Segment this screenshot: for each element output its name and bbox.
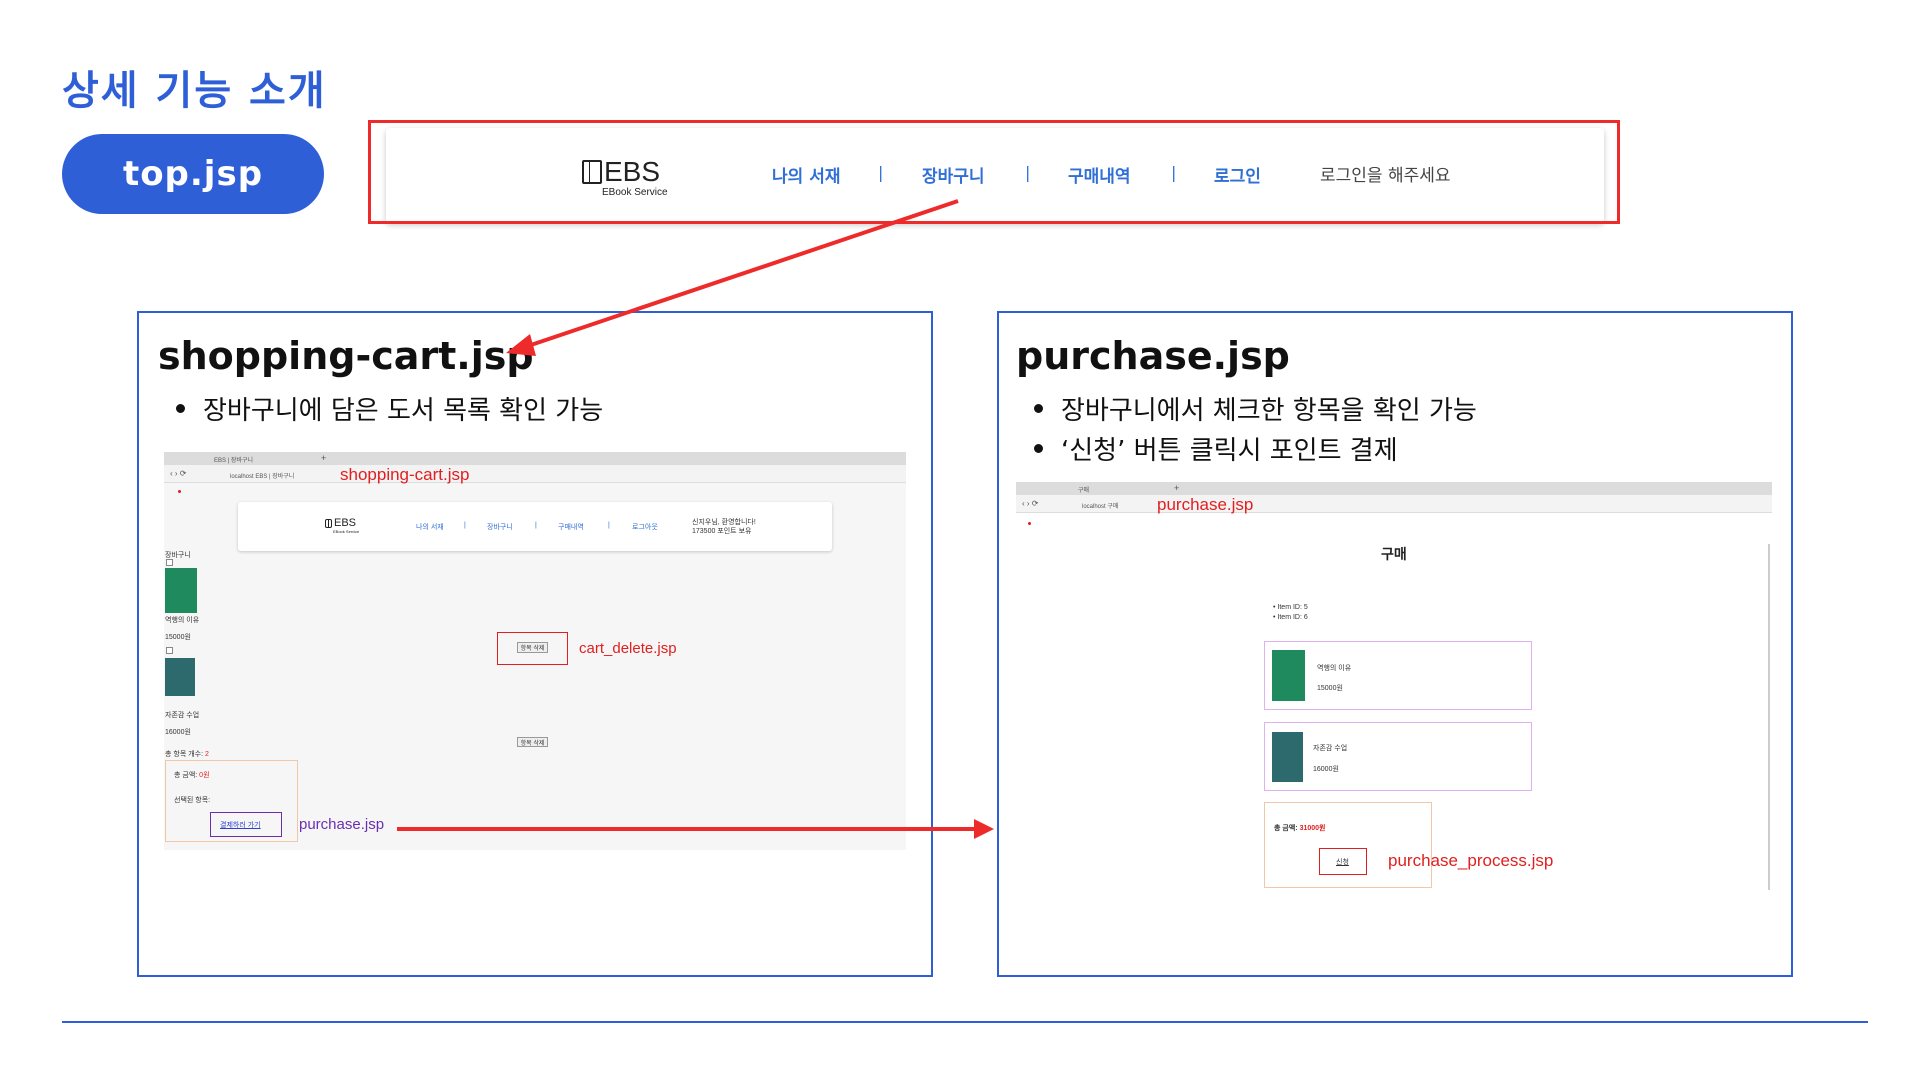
item-name: 자존감 수업 <box>1313 745 1348 752</box>
back-icon[interactable]: ‹ › ⟳ <box>170 469 186 478</box>
item-checkbox[interactable] <box>166 559 173 566</box>
cart-delete-label: cart_delete.jsp <box>579 640 677 657</box>
nav-separator: | <box>878 163 884 182</box>
browser-addressbar <box>1016 495 1772 513</box>
cart-screenshot: EBS | 장바구니 + ‹ › ⟳ localhost EBS | 장바구니 … <box>164 452 906 850</box>
item-checkbox[interactable] <box>166 647 173 654</box>
nav-separator: | <box>1171 163 1177 182</box>
address-input[interactable]: localhost 구매 <box>1082 501 1118 510</box>
back-icon[interactable]: ‹ › ⟳ <box>1022 499 1038 508</box>
mini-nav-history[interactable]: 구매내역 <box>558 522 584 532</box>
item-price: 15000원 <box>165 634 191 641</box>
delete-button[interactable]: 항목 삭제 <box>517 642 548 653</box>
ebs-logo[interactable]: EBS EBook Service <box>582 158 668 198</box>
new-tab-icon[interactable]: + <box>1174 483 1179 493</box>
red-dot <box>178 490 181 493</box>
nav-my-library[interactable]: 나의 서재 <box>772 162 840 187</box>
address-input[interactable]: localhost EBS | 장바구니 <box>230 471 294 480</box>
top-jsp-pill: top.jsp <box>62 134 324 214</box>
login-message: 로그인을 해주세요 <box>1320 166 1451 186</box>
bullet-item: 장바구니에서 체크한 항목을 확인 가능 <box>1034 390 1477 427</box>
book-cover-image <box>1272 732 1303 782</box>
item-name: 자존감 수업 <box>165 712 200 719</box>
total-price: 총 금액: 31000원 <box>1274 825 1326 832</box>
item-id: • Item ID: 5 <box>1273 604 1308 611</box>
user-points: 173500 포인트 보유 <box>692 528 752 535</box>
purchase-process-label: purchase_process.jsp <box>1388 851 1554 870</box>
item-id: • Item ID: 6 <box>1273 614 1308 621</box>
mini-nav-sep: | <box>464 522 466 529</box>
nav-separator: | <box>1025 163 1031 182</box>
page-label: shopping-cart.jsp <box>340 465 470 484</box>
total-box <box>1264 802 1432 888</box>
browser-tabbar <box>1016 482 1772 495</box>
new-tab-icon[interactable]: + <box>321 453 326 463</box>
item-price: 16000원 <box>1313 766 1339 773</box>
book-icon <box>325 519 332 528</box>
selected-items: 선택된 항목: <box>174 797 211 804</box>
mini-nav-sep: | <box>608 522 610 529</box>
book-cover-image <box>165 568 197 613</box>
purchase-heading: 구매 <box>1381 546 1407 562</box>
slide-title: 상세 기능 소개 <box>62 68 327 114</box>
panel-title: purchase.jsp <box>1016 334 1290 378</box>
panel-title: shopping-cart.jsp <box>158 334 534 378</box>
checkout-label: purchase.jsp <box>299 816 385 833</box>
logo-subtitle: EBook Service <box>602 187 668 198</box>
total-count: 총 항목 개수: 2 <box>165 751 209 758</box>
bullet-item: 장바구니에 담은 도서 목록 확인 가능 <box>176 390 603 427</box>
red-dot <box>1028 522 1031 525</box>
total-price: 총 금액: 0원 <box>174 772 210 779</box>
mini-nav-sep: | <box>535 522 537 529</box>
delete-button[interactable]: 항목 삭제 <box>517 737 548 747</box>
purchase-screenshot: 구매 + ‹ › ⟳ localhost 구매 purchase.jsp 구매 … <box>1016 482 1772 894</box>
page-label: purchase.jsp <box>1157 495 1254 514</box>
scrollbar[interactable] <box>1768 544 1770 890</box>
logo-text: EBS <box>604 156 661 187</box>
mini-nav-library[interactable]: 나의 서재 <box>416 522 444 532</box>
mini-nav-cart[interactable]: 장바구니 <box>487 522 513 532</box>
browser-tab[interactable]: 구매 <box>1078 485 1089 494</box>
item-name: 역행의 이유 <box>165 617 200 624</box>
mini-ebs-logo[interactable]: EBS EBook Service <box>325 518 359 534</box>
item-name: 역행의 이유 <box>1317 665 1352 672</box>
nav-login[interactable]: 로그인 <box>1214 162 1261 187</box>
bullet-item: ‘신청’ 버튼 클릭시 포인트 결제 <box>1034 430 1398 467</box>
checkout-button[interactable]: 결제하러 가기 <box>220 820 261 830</box>
mini-nav-logout[interactable]: 로그아웃 <box>632 522 658 532</box>
arrow-head <box>974 819 994 839</box>
apply-button[interactable]: 신청 <box>1336 857 1349 867</box>
nav-cart[interactable]: 장바구니 <box>922 162 985 187</box>
book-icon <box>582 160 602 184</box>
purchase-item-card <box>1264 722 1532 791</box>
book-cover-image <box>1272 650 1305 701</box>
nav-purchase-history[interactable]: 구매내역 <box>1068 162 1131 187</box>
browser-tabbar <box>164 452 906 465</box>
item-price: 15000원 <box>1317 685 1343 692</box>
item-price: 16000원 <box>165 729 191 736</box>
book-cover-image <box>165 658 195 696</box>
browser-tab[interactable]: EBS | 장바구니 <box>214 455 253 464</box>
bottom-divider <box>62 1021 1868 1023</box>
